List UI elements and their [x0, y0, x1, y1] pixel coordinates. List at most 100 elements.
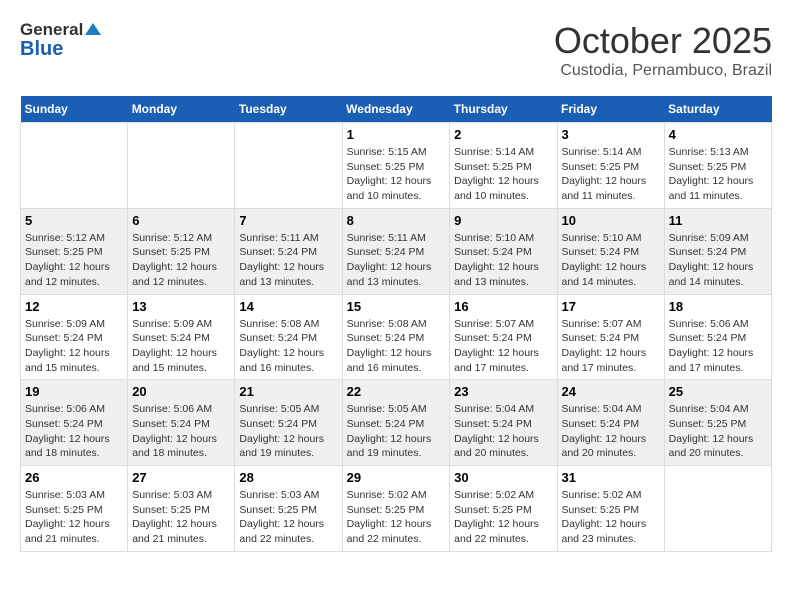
day-info: Sunrise: 5:03 AM Sunset: 5:25 PM Dayligh…: [239, 488, 337, 547]
weekday-header: Wednesday: [342, 96, 450, 123]
day-info: Sunrise: 5:04 AM Sunset: 5:24 PM Dayligh…: [562, 402, 660, 461]
day-number: 3: [562, 127, 660, 142]
calendar-cell: 26 Sunrise: 5:03 AM Sunset: 5:25 PM Dayli…: [21, 466, 128, 552]
day-info: Sunrise: 5:09 AM Sunset: 5:24 PM Dayligh…: [132, 317, 230, 376]
calendar-table: SundayMondayTuesdayWednesdayThursdayFrid…: [20, 96, 772, 552]
day-number: 4: [669, 127, 767, 142]
day-info: Sunrise: 5:09 AM Sunset: 5:24 PM Dayligh…: [25, 317, 123, 376]
calendar-cell: 24 Sunrise: 5:04 AM Sunset: 5:24 PM Dayli…: [557, 380, 664, 466]
weekday-header: Saturday: [664, 96, 771, 123]
day-info: Sunrise: 5:11 AM Sunset: 5:24 PM Dayligh…: [347, 231, 446, 290]
calendar-cell: 21 Sunrise: 5:05 AM Sunset: 5:24 PM Dayli…: [235, 380, 342, 466]
day-number: 25: [669, 384, 767, 399]
day-info: Sunrise: 5:07 AM Sunset: 5:24 PM Dayligh…: [454, 317, 552, 376]
day-info: Sunrise: 5:09 AM Sunset: 5:24 PM Dayligh…: [669, 231, 767, 290]
weekday-header: Monday: [128, 96, 235, 123]
day-number: 16: [454, 299, 552, 314]
day-number: 1: [347, 127, 446, 142]
day-number: 29: [347, 470, 446, 485]
day-number: 7: [239, 213, 337, 228]
day-info: Sunrise: 5:05 AM Sunset: 5:24 PM Dayligh…: [347, 402, 446, 461]
calendar-cell: 18 Sunrise: 5:06 AM Sunset: 5:24 PM Dayli…: [664, 294, 771, 380]
day-number: 5: [25, 213, 123, 228]
day-info: Sunrise: 5:08 AM Sunset: 5:24 PM Dayligh…: [347, 317, 446, 376]
day-number: 21: [239, 384, 337, 399]
day-number: 30: [454, 470, 552, 485]
logo: General Blue: [20, 20, 102, 61]
day-info: Sunrise: 5:06 AM Sunset: 5:24 PM Dayligh…: [669, 317, 767, 376]
calendar-cell: 3Sunrise: 5:14 AM Sunset: 5:25 PM Daylig…: [557, 123, 664, 209]
calendar-cell: 23 Sunrise: 5:04 AM Sunset: 5:24 PM Dayli…: [450, 380, 557, 466]
calendar-week-row: 26 Sunrise: 5:03 AM Sunset: 5:25 PM Dayli…: [21, 466, 772, 552]
calendar-cell: 28Sunrise: 5:03 AM Sunset: 5:25 PM Dayli…: [235, 466, 342, 552]
day-info: Sunrise: 5:10 AM Sunset: 5:24 PM Dayligh…: [454, 231, 552, 290]
day-info: Sunrise: 5:06 AM Sunset: 5:24 PM Dayligh…: [132, 402, 230, 461]
day-number: 15: [347, 299, 446, 314]
calendar-cell: [235, 123, 342, 209]
day-number: 18: [669, 299, 767, 314]
calendar-cell: 14 Sunrise: 5:08 AM Sunset: 5:24 PM Dayli…: [235, 294, 342, 380]
location: Custodia, Pernambuco, Brazil: [554, 62, 772, 80]
day-info: Sunrise: 5:15 AM Sunset: 5:25 PM Dayligh…: [347, 145, 446, 204]
calendar-cell: 19 Sunrise: 5:06 AM Sunset: 5:24 PM Dayli…: [21, 380, 128, 466]
day-info: Sunrise: 5:02 AM Sunset: 5:25 PM Dayligh…: [562, 488, 660, 547]
day-info: Sunrise: 5:05 AM Sunset: 5:24 PM Dayligh…: [239, 402, 337, 461]
day-info: Sunrise: 5:07 AM Sunset: 5:24 PM Dayligh…: [562, 317, 660, 376]
page-header: General Blue October 2025 Custodia, Pern…: [20, 20, 772, 80]
month-title: October 2025: [554, 20, 772, 62]
calendar-cell: 8 Sunrise: 5:11 AM Sunset: 5:24 PM Daylig…: [342, 208, 450, 294]
logo-blue: Blue: [20, 38, 102, 61]
calendar-cell: 1 Sunrise: 5:15 AM Sunset: 5:25 PM Daylig…: [342, 123, 450, 209]
day-number: 20: [132, 384, 230, 399]
day-info: Sunrise: 5:11 AM Sunset: 5:24 PM Dayligh…: [239, 231, 337, 290]
calendar-cell: 6Sunrise: 5:12 AM Sunset: 5:25 PM Daylig…: [128, 208, 235, 294]
calendar-cell: 9 Sunrise: 5:10 AM Sunset: 5:24 PM Daylig…: [450, 208, 557, 294]
calendar-cell: 17 Sunrise: 5:07 AM Sunset: 5:24 PM Dayli…: [557, 294, 664, 380]
day-number: 10: [562, 213, 660, 228]
calendar-header-row: SundayMondayTuesdayWednesdayThursdayFrid…: [21, 96, 772, 123]
weekday-header: Tuesday: [235, 96, 342, 123]
calendar-cell: 16 Sunrise: 5:07 AM Sunset: 5:24 PM Dayli…: [450, 294, 557, 380]
calendar-cell: 11Sunrise: 5:09 AM Sunset: 5:24 PM Dayli…: [664, 208, 771, 294]
day-number: 26: [25, 470, 123, 485]
day-info: Sunrise: 5:06 AM Sunset: 5:24 PM Dayligh…: [25, 402, 123, 461]
calendar-cell: 10 Sunrise: 5:10 AM Sunset: 5:24 PM Dayli…: [557, 208, 664, 294]
day-info: Sunrise: 5:04 AM Sunset: 5:25 PM Dayligh…: [669, 402, 767, 461]
calendar-week-row: 19 Sunrise: 5:06 AM Sunset: 5:24 PM Dayli…: [21, 380, 772, 466]
calendar-cell: 25 Sunrise: 5:04 AM Sunset: 5:25 PM Dayli…: [664, 380, 771, 466]
day-number: 24: [562, 384, 660, 399]
day-number: 14: [239, 299, 337, 314]
day-number: 6: [132, 213, 230, 228]
day-number: 9: [454, 213, 552, 228]
calendar-cell: 12 Sunrise: 5:09 AM Sunset: 5:24 PM Dayli…: [21, 294, 128, 380]
logo-general: General: [20, 20, 83, 40]
calendar-cell: 27Sunrise: 5:03 AM Sunset: 5:25 PM Dayli…: [128, 466, 235, 552]
calendar-week-row: 1 Sunrise: 5:15 AM Sunset: 5:25 PM Daylig…: [21, 123, 772, 209]
day-info: Sunrise: 5:13 AM Sunset: 5:25 PM Dayligh…: [669, 145, 767, 204]
day-info: Sunrise: 5:03 AM Sunset: 5:25 PM Dayligh…: [25, 488, 123, 547]
calendar-cell: 22Sunrise: 5:05 AM Sunset: 5:24 PM Dayli…: [342, 380, 450, 466]
weekday-header: Friday: [557, 96, 664, 123]
calendar-cell: 7 Sunrise: 5:11 AM Sunset: 5:24 PM Daylig…: [235, 208, 342, 294]
calendar-cell: [128, 123, 235, 209]
calendar-cell: [21, 123, 128, 209]
day-number: 27: [132, 470, 230, 485]
calendar-cell: [664, 466, 771, 552]
day-info: Sunrise: 5:12 AM Sunset: 5:25 PM Dayligh…: [25, 231, 123, 290]
day-info: Sunrise: 5:04 AM Sunset: 5:24 PM Dayligh…: [454, 402, 552, 461]
day-info: Sunrise: 5:02 AM Sunset: 5:25 PM Dayligh…: [347, 488, 446, 547]
calendar-cell: 2Sunrise: 5:14 AM Sunset: 5:25 PM Daylig…: [450, 123, 557, 209]
day-number: 23: [454, 384, 552, 399]
day-info: Sunrise: 5:08 AM Sunset: 5:24 PM Dayligh…: [239, 317, 337, 376]
day-number: 19: [25, 384, 123, 399]
weekday-header: Sunday: [21, 96, 128, 123]
title-section: October 2025 Custodia, Pernambuco, Brazi…: [554, 20, 772, 80]
calendar-cell: 29 Sunrise: 5:02 AM Sunset: 5:25 PM Dayli…: [342, 466, 450, 552]
calendar-cell: 30Sunrise: 5:02 AM Sunset: 5:25 PM Dayli…: [450, 466, 557, 552]
calendar-cell: 13Sunrise: 5:09 AM Sunset: 5:24 PM Dayli…: [128, 294, 235, 380]
day-number: 12: [25, 299, 123, 314]
day-info: Sunrise: 5:10 AM Sunset: 5:24 PM Dayligh…: [562, 231, 660, 290]
day-number: 8: [347, 213, 446, 228]
calendar-week-row: 12 Sunrise: 5:09 AM Sunset: 5:24 PM Dayli…: [21, 294, 772, 380]
day-number: 17: [562, 299, 660, 314]
